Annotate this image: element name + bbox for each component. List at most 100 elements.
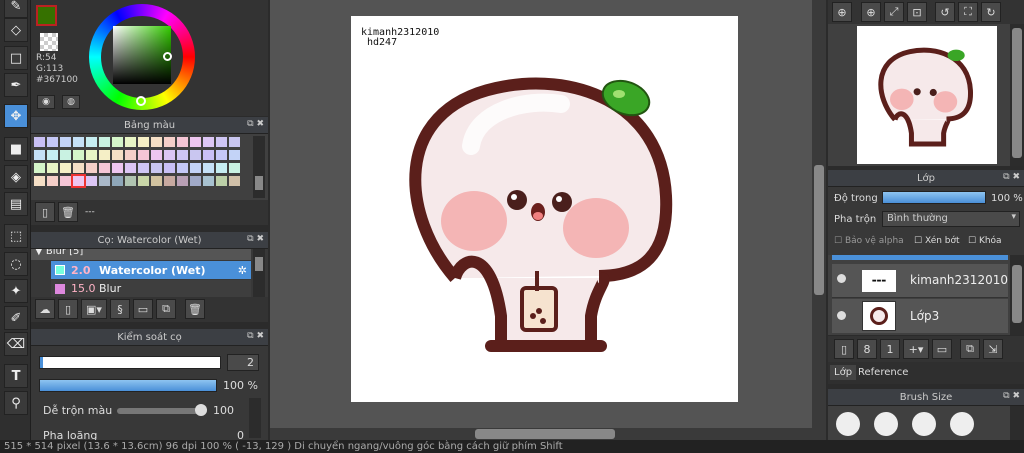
palette-swatch[interactable] bbox=[164, 163, 175, 173]
fill-rect-tool-icon[interactable]: ■ bbox=[4, 137, 28, 161]
palette-swatch[interactable] bbox=[60, 137, 71, 147]
delete-brush-icon[interactable]: 🗑 bbox=[185, 299, 205, 319]
new-palette-icon[interactable]: ▯ bbox=[35, 202, 55, 222]
select-eraser-tool-icon[interactable]: ⌫ bbox=[4, 332, 28, 356]
canvas-vscrollbar[interactable] bbox=[812, 0, 826, 428]
palette-swatch[interactable] bbox=[190, 176, 201, 186]
brush-opacity-slider[interactable] bbox=[39, 379, 217, 392]
palette-mode-icon[interactable]: ◉ bbox=[37, 95, 55, 109]
blend-slider[interactable] bbox=[117, 408, 207, 414]
eraser-tool-icon[interactable]: ◇ bbox=[4, 18, 28, 42]
text-tool-icon[interactable]: T bbox=[4, 364, 28, 388]
palette-swatch[interactable] bbox=[164, 176, 175, 186]
fit-screen-icon[interactable]: ⤢ bbox=[884, 2, 904, 22]
palette-swatch[interactable] bbox=[86, 163, 97, 173]
palette-swatch[interactable] bbox=[86, 150, 97, 160]
layer-opacity-slider[interactable] bbox=[882, 191, 986, 204]
palette-swatch[interactable] bbox=[138, 137, 149, 147]
palette-swatch[interactable] bbox=[138, 176, 149, 186]
palette-swatch[interactable] bbox=[203, 176, 214, 186]
palette-swatch[interactable] bbox=[34, 163, 45, 173]
brush-size-preset[interactable] bbox=[912, 412, 936, 436]
palette-swatch[interactable] bbox=[216, 163, 227, 173]
brush-size-slider[interactable] bbox=[39, 356, 221, 369]
layer-scrollbar[interactable] bbox=[1010, 255, 1024, 335]
palette-swatch[interactable] bbox=[112, 176, 123, 186]
palette-swatch[interactable] bbox=[203, 150, 214, 160]
palette-swatch[interactable] bbox=[71, 174, 86, 188]
palette-swatch[interactable] bbox=[151, 176, 162, 186]
new-layer-icon[interactable]: ▯ bbox=[834, 339, 854, 359]
palette-swatch[interactable] bbox=[216, 137, 227, 147]
move-tool-icon[interactable]: ✥ bbox=[4, 104, 28, 128]
palette-scrollbar[interactable] bbox=[253, 136, 265, 198]
hue-marker[interactable] bbox=[136, 96, 146, 106]
pen-tool-icon[interactable]: ✒ bbox=[4, 73, 28, 97]
palette-swatch[interactable] bbox=[60, 163, 71, 173]
palette-swatch[interactable] bbox=[60, 150, 71, 160]
new-8bit-layer-icon[interactable]: 8 bbox=[857, 339, 877, 359]
brush-script-icon[interactable]: § bbox=[110, 299, 130, 319]
brush-item-selected[interactable]: 2.0 Watercolor (Wet) ✲ bbox=[51, 261, 251, 279]
palette-swatch[interactable] bbox=[47, 176, 58, 186]
palette-swatch[interactable] bbox=[112, 150, 123, 160]
brush-scrollbar[interactable] bbox=[253, 249, 265, 297]
brush-settings-icon[interactable]: ✲ bbox=[238, 264, 247, 277]
palette-swatch[interactable] bbox=[99, 176, 110, 186]
select-pen-tool-icon[interactable]: ✐ bbox=[4, 306, 28, 330]
palette-swatch[interactable] bbox=[73, 163, 84, 173]
palette-swatch[interactable] bbox=[164, 137, 175, 147]
palette-swatch[interactable] bbox=[229, 176, 240, 186]
brush-size-preset[interactable] bbox=[950, 412, 974, 436]
delete-palette-icon[interactable]: 🗑 bbox=[58, 202, 78, 222]
canvas-hscrollbar[interactable] bbox=[270, 428, 826, 440]
panel-close-icon[interactable]: ⧉ ✖ bbox=[1003, 172, 1020, 182]
panel-close-icon[interactable]: ⧉ ✖ bbox=[247, 119, 264, 129]
clip-checkbox[interactable]: ☐ Xén bớt bbox=[914, 236, 960, 246]
sv-marker[interactable] bbox=[163, 52, 172, 61]
layer-merge-icon[interactable]: ⇲ bbox=[983, 339, 1003, 359]
palette-swatch[interactable] bbox=[112, 137, 123, 147]
layer-duplicate-icon[interactable]: ⧉ bbox=[960, 339, 980, 359]
new-1bit-layer-icon[interactable]: 1 bbox=[880, 339, 900, 359]
palette-swatch[interactable] bbox=[34, 176, 45, 186]
eye-icon[interactable] bbox=[837, 274, 846, 283]
brush-size-preset[interactable] bbox=[836, 412, 860, 436]
brush-copy-icon[interactable]: ▣▾ bbox=[81, 299, 107, 319]
palette-swatch[interactable] bbox=[34, 150, 45, 160]
brush-item[interactable]: 15.0 Blur bbox=[51, 280, 251, 297]
navigator-scrollbar[interactable] bbox=[1010, 24, 1024, 166]
palette-swatch[interactable] bbox=[47, 150, 58, 160]
palette-swatch[interactable] bbox=[34, 137, 45, 147]
primary-color-swatch[interactable] bbox=[36, 5, 57, 26]
brush-cloud-icon[interactable]: ☁ bbox=[35, 299, 55, 319]
brush-duplicate-icon[interactable]: ⧉ bbox=[156, 299, 176, 319]
palette-swatch[interactable] bbox=[229, 137, 240, 147]
zoom-in-icon[interactable]: ⊕ bbox=[861, 2, 881, 22]
palette-swatch[interactable] bbox=[164, 150, 175, 160]
palette-swatch[interactable] bbox=[229, 150, 240, 160]
tab-layer[interactable]: Lớp bbox=[830, 365, 857, 380]
layer-folder-icon[interactable]: ▭ bbox=[932, 339, 952, 359]
lock-checkbox[interactable]: ☐ Khóa bbox=[968, 236, 1002, 246]
palette-swatch[interactable] bbox=[190, 150, 201, 160]
palette-swatch[interactable] bbox=[47, 137, 58, 147]
palette-swatch[interactable] bbox=[177, 137, 188, 147]
blend-mode-select[interactable]: Bình thường ▾ bbox=[882, 211, 1020, 227]
fullscreen-icon[interactable]: ⛶ bbox=[958, 2, 978, 22]
gradient-tool-icon[interactable]: ▤ bbox=[4, 192, 28, 216]
palette-swatch[interactable] bbox=[216, 150, 227, 160]
palette-swatch[interactable] bbox=[190, 163, 201, 173]
panel-close-icon[interactable]: ⧉ ✖ bbox=[247, 331, 264, 341]
palette-swatch[interactable] bbox=[138, 163, 149, 173]
magic-wand-tool-icon[interactable]: ✦ bbox=[4, 279, 28, 303]
navigator-preview[interactable] bbox=[828, 24, 1024, 166]
eyedropper-tool-icon[interactable]: ⚲ bbox=[4, 391, 28, 415]
palette-swatch[interactable] bbox=[177, 150, 188, 160]
new-brush-icon[interactable]: ▯ bbox=[58, 299, 78, 319]
palette-swatch[interactable] bbox=[73, 150, 84, 160]
palette-swatch[interactable] bbox=[177, 163, 188, 173]
palette-swatch[interactable] bbox=[125, 150, 136, 160]
bucket-tool-icon[interactable]: ◈ bbox=[4, 165, 28, 189]
rotate-left-icon[interactable]: ↺ bbox=[935, 2, 955, 22]
